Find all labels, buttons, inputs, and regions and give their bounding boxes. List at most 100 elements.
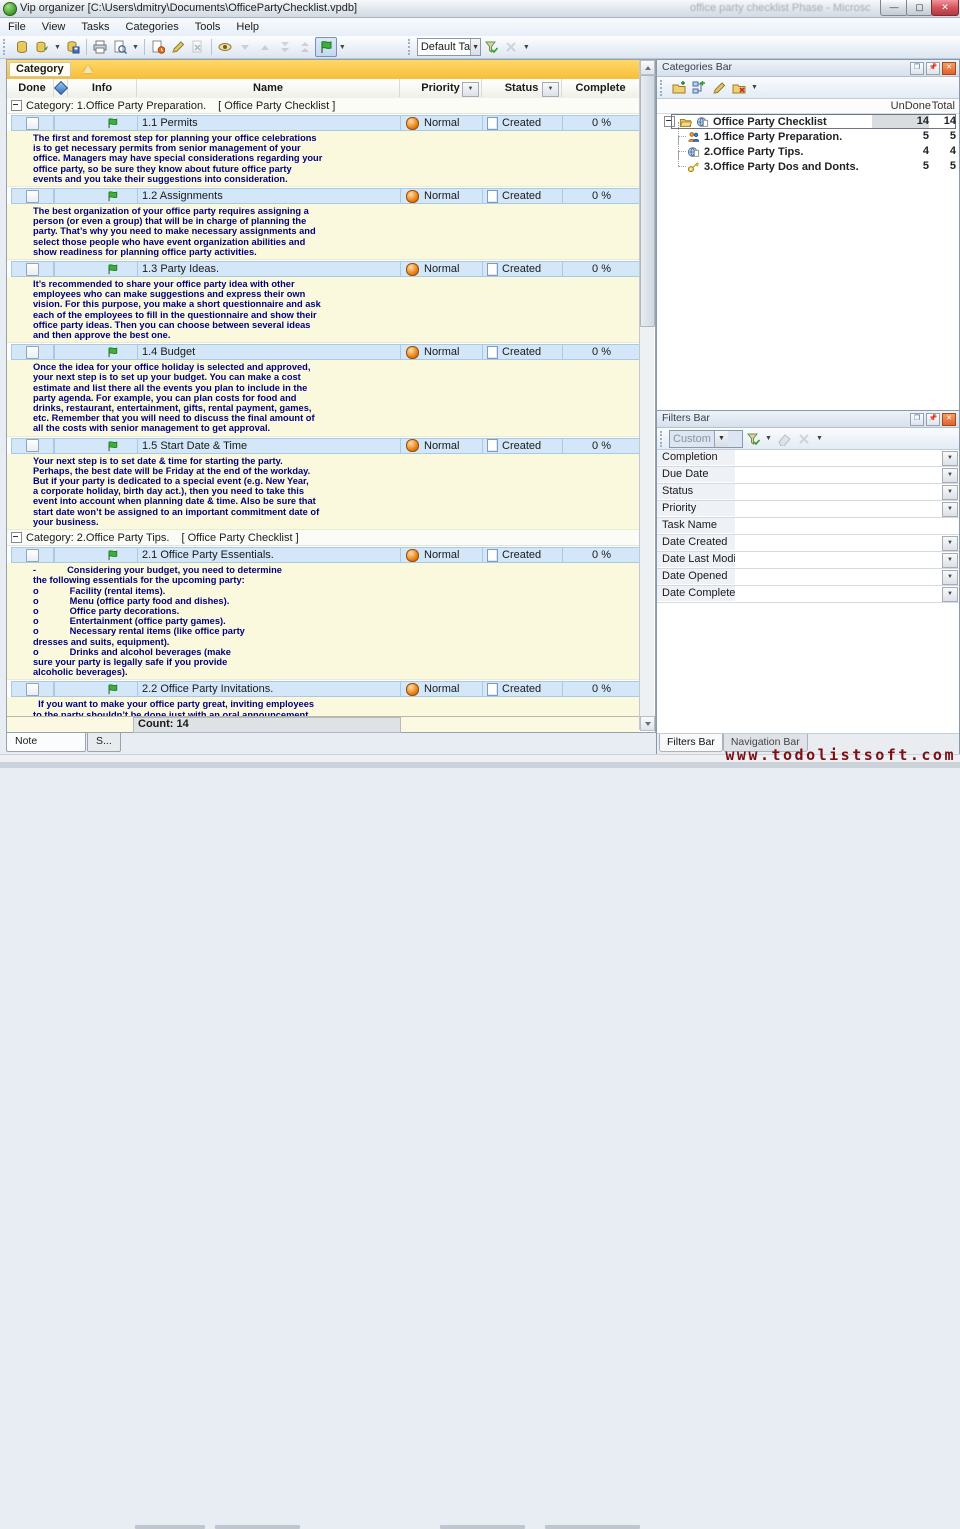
done-checkbox[interactable]: [26, 117, 39, 130]
tree-item-category[interactable]: 1.Office Party Preparation.55: [657, 129, 959, 144]
filter-value-dropdown-button[interactable]: ▼: [942, 468, 958, 483]
task-row[interactable]: 1.5 Start Date & TimeNormalCreated0 %: [7, 437, 639, 454]
delete-category-button[interactable]: [729, 79, 749, 97]
edit-category-button[interactable]: [709, 79, 729, 97]
done-checkbox[interactable]: [26, 346, 39, 359]
menu-help[interactable]: Help: [228, 19, 267, 35]
filter-value-dropdown-button[interactable]: ▼: [942, 451, 958, 466]
category-group-row[interactable]: Category: 2.Office Party Tips.[ Office P…: [7, 530, 639, 546]
filter-dropdown-button[interactable]: ▼: [542, 82, 559, 97]
menu-view[interactable]: View: [34, 19, 74, 35]
filter-value-field[interactable]: [735, 586, 944, 601]
open-database-dropdown-icon[interactable]: ▼: [54, 44, 61, 51]
menu-file[interactable]: File: [0, 19, 34, 35]
task-row[interactable]: 1.1 PermitsNormalCreated0 %: [7, 114, 639, 131]
print-dropdown-icon[interactable]: ▼: [132, 44, 139, 51]
print-button[interactable]: [90, 38, 110, 56]
panel-pin-button[interactable]: 📌: [926, 62, 940, 75]
new-subcategory-button[interactable]: [689, 79, 709, 97]
print-preview-button[interactable]: [110, 38, 130, 56]
filter-value-field[interactable]: [735, 501, 944, 516]
task-view-combo[interactable]: Default Task V ▼: [417, 38, 481, 56]
done-checkbox[interactable]: [26, 683, 39, 696]
new-task-button[interactable]: [148, 38, 168, 56]
tab-filters-bar[interactable]: Filters Bar: [659, 734, 723, 752]
filter-value-dropdown-button[interactable]: ▼: [942, 536, 958, 551]
tree-item-root[interactable]: Office Party Checklist1414: [657, 114, 959, 129]
view-task-button[interactable]: [215, 38, 235, 56]
collapse-icon[interactable]: [11, 100, 22, 111]
move-up-button[interactable]: [255, 38, 275, 56]
edit-task-button[interactable]: [168, 38, 188, 56]
filter-value-field[interactable]: [735, 450, 944, 465]
clear-filter-button[interactable]: [774, 430, 794, 448]
sort-ascending-icon[interactable]: [83, 65, 93, 73]
menu-categories[interactable]: Categories: [118, 19, 187, 35]
priority-diamond-icon[interactable]: [54, 79, 68, 97]
minimize-button[interactable]: —: [880, 0, 908, 16]
task-view-combo-dropdown-icon[interactable]: ▼: [470, 39, 480, 55]
filter-dropdown-button[interactable]: ▼: [462, 82, 479, 97]
done-checkbox[interactable]: [26, 263, 39, 276]
tree-item-category[interactable]: 2.Office Party Tips.44: [657, 144, 959, 159]
filter-preset-combo[interactable]: Custom ▼: [669, 430, 743, 448]
new-category-button[interactable]: [669, 79, 689, 97]
save-database-button[interactable]: [63, 38, 83, 56]
apply-filter-button[interactable]: [743, 430, 763, 448]
filter-value-field[interactable]: [735, 552, 944, 567]
move-down-button[interactable]: [235, 38, 255, 56]
panel-close-button[interactable]: ✕: [942, 413, 956, 426]
group-field-button[interactable]: Category: [9, 62, 71, 77]
close-button[interactable]: ✕: [931, 0, 959, 16]
tab-note[interactable]: Note: [6, 733, 86, 752]
maximize-button[interactable]: ▢: [906, 0, 933, 16]
filter-value-dropdown-button[interactable]: ▼: [942, 553, 958, 568]
panel-float-button[interactable]: ❐: [910, 62, 924, 75]
view-dropdown-icon[interactable]: ▼: [523, 44, 530, 51]
task-row[interactable]: 1.2 AssignmentsNormalCreated0 %: [7, 187, 639, 204]
task-row[interactable]: 1.3 Party Ideas.NormalCreated0 %: [7, 260, 639, 277]
col-header-name[interactable]: Name: [137, 79, 400, 97]
filter-value-field[interactable]: [735, 484, 944, 499]
scroll-up-button[interactable]: [640, 60, 655, 75]
filter-value-dropdown-button[interactable]: ▼: [942, 502, 958, 517]
done-checkbox[interactable]: [26, 190, 39, 203]
filter-value-dropdown-button[interactable]: ▼: [942, 587, 958, 602]
filter-value-field[interactable]: [735, 569, 944, 584]
col-header-info[interactable]: Info: [68, 79, 137, 97]
filter-value-field[interactable]: [735, 535, 944, 550]
col-header-priority[interactable]: Priority▼: [400, 79, 482, 97]
cancel-filter-button[interactable]: [794, 430, 814, 448]
category-group-row[interactable]: Category: 1.Office Party Preparation.[ O…: [7, 98, 639, 114]
scroll-down-button[interactable]: [640, 716, 655, 731]
col-header-complete[interactable]: Complete: [562, 79, 640, 97]
delete-task-button[interactable]: [188, 38, 208, 56]
categories-toolbar-dropdown-icon[interactable]: ▼: [751, 84, 758, 91]
done-checkbox[interactable]: [26, 549, 39, 562]
flag-dropdown-icon[interactable]: ▼: [339, 44, 346, 51]
col-header-done[interactable]: Done: [11, 79, 54, 97]
clear-view-button[interactable]: [501, 38, 521, 56]
scrollbar-thumb[interactable]: [640, 75, 655, 327]
task-row[interactable]: 1.4 BudgetNormalCreated0 %: [7, 343, 639, 360]
filter-value-dropdown-button[interactable]: ▼: [942, 570, 958, 585]
filter-value-field[interactable]: [735, 518, 958, 533]
filter-preset-dropdown-icon[interactable]: ▼: [714, 431, 728, 447]
task-row[interactable]: 2.1 Office Party Essentials.NormalCreate…: [7, 546, 639, 563]
menu-tools[interactable]: Tools: [187, 19, 229, 35]
task-row[interactable]: 2.2 Office Party Invitations.NormalCreat…: [7, 680, 639, 697]
menu-tasks[interactable]: Tasks: [73, 19, 117, 35]
tree-item-category[interactable]: 3.Office Party Dos and Donts.55: [657, 159, 959, 174]
done-checkbox[interactable]: [26, 439, 39, 452]
move-top-button[interactable]: [295, 38, 315, 56]
notify-flag-button[interactable]: [315, 37, 337, 57]
undone-column-header[interactable]: UnDone: [891, 100, 931, 112]
move-bottom-button[interactable]: [275, 38, 295, 56]
apply-filter-dropdown-icon[interactable]: ▼: [765, 435, 772, 442]
new-database-button[interactable]: [12, 38, 32, 56]
panel-close-button[interactable]: ✕: [942, 62, 956, 75]
panel-pin-button[interactable]: 📌: [926, 413, 940, 426]
col-header-status[interactable]: Status▼: [482, 79, 562, 97]
filters-toolbar-dropdown-icon[interactable]: ▼: [816, 435, 823, 442]
panel-float-button[interactable]: ❐: [910, 413, 924, 426]
